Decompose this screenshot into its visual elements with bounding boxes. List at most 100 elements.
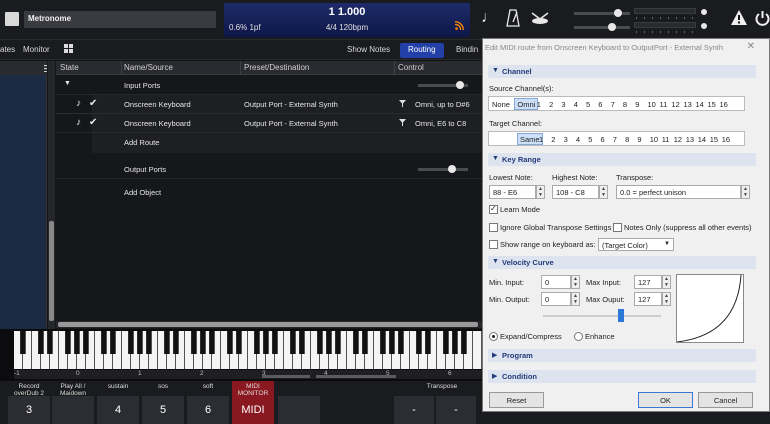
- soft-button[interactable]: 6: [187, 396, 229, 424]
- black-key[interactable]: [416, 331, 422, 354]
- warning-icon[interactable]: [730, 9, 748, 27]
- notes-only-checkbox[interactable]: [613, 223, 622, 232]
- tab-bindings[interactable]: Bindin: [456, 45, 478, 54]
- sustain-button[interactable]: 4: [97, 396, 139, 424]
- program-section-header[interactable]: ▶ Program: [488, 349, 756, 362]
- target-option[interactable]: 1: [539, 135, 543, 144]
- min-output-field[interactable]: 0: [541, 292, 571, 306]
- velocity-curve-slider[interactable]: [543, 309, 661, 322]
- black-key[interactable]: [254, 331, 260, 354]
- min-input-field[interactable]: 0: [541, 275, 571, 289]
- ignore-global-transpose-checkbox[interactable]: [489, 223, 498, 232]
- ok-button[interactable]: OK: [638, 392, 693, 408]
- black-key[interactable]: [263, 331, 269, 354]
- white-key[interactable]: [473, 331, 482, 369]
- source-option[interactable]: 3: [561, 100, 565, 109]
- target-option[interactable]: 16: [722, 135, 730, 144]
- target-option[interactable]: 6: [601, 135, 605, 144]
- cancel-button[interactable]: Cancel: [698, 392, 753, 408]
- learn-mode-checkbox[interactable]: [489, 204, 498, 214]
- black-key[interactable]: [380, 331, 386, 354]
- max-output-stepper[interactable]: ▲ ▼: [662, 292, 671, 306]
- target-option[interactable]: 11: [662, 135, 670, 144]
- source-option[interactable]: 6: [598, 100, 602, 109]
- add-object-button[interactable]: Add Object: [124, 188, 161, 197]
- close-icon[interactable]: ✕: [747, 41, 755, 52]
- lowest-note-input[interactable]: 88 - E6: [489, 185, 536, 199]
- hat-icon[interactable]: [530, 9, 550, 29]
- col-control[interactable]: Control: [398, 63, 424, 72]
- tab-monitor[interactable]: Monitor: [23, 45, 50, 54]
- show-range-checkbox[interactable]: [489, 240, 498, 249]
- velocity-section-header[interactable]: ▼ Velocity Curve: [488, 256, 756, 269]
- input-ports-volume[interactable]: [418, 81, 468, 89]
- max-output-field[interactable]: 127: [634, 292, 662, 306]
- black-key[interactable]: [191, 331, 197, 354]
- grid-icon[interactable]: [64, 44, 73, 55]
- black-key[interactable]: [362, 331, 368, 354]
- record-button[interactable]: 3: [8, 396, 50, 424]
- black-key[interactable]: [38, 331, 44, 354]
- channel-section-header[interactable]: ▼ Channel: [488, 65, 756, 78]
- black-key[interactable]: [389, 331, 395, 354]
- source-option[interactable]: 13: [684, 100, 692, 109]
- black-key[interactable]: [227, 331, 233, 354]
- black-key[interactable]: [353, 331, 359, 354]
- black-key[interactable]: [317, 331, 323, 354]
- tab-routing[interactable]: Routing: [400, 43, 444, 58]
- reset-button[interactable]: Reset: [489, 392, 544, 408]
- black-key[interactable]: [200, 331, 206, 354]
- black-key[interactable]: [236, 331, 242, 354]
- black-key[interactable]: [335, 331, 341, 354]
- black-key[interactable]: [209, 331, 215, 354]
- table-row[interactable]: Add Route: [56, 133, 482, 152]
- target-option[interactable]: 10: [650, 135, 658, 144]
- black-key[interactable]: [425, 331, 431, 354]
- target-option[interactable]: 7: [613, 135, 617, 144]
- transpose-down-button[interactable]: -: [394, 396, 434, 424]
- add-route-button[interactable]: Add Route: [124, 138, 159, 147]
- black-key[interactable]: [65, 331, 71, 354]
- empty-button[interactable]: [278, 396, 320, 424]
- black-key[interactable]: [398, 331, 404, 354]
- table-row[interactable]: ♪ ✔ Onscreen Keyboard Output Port - Exte…: [56, 95, 482, 114]
- source-option[interactable]: 5: [586, 100, 590, 109]
- play-all-button[interactable]: [52, 396, 94, 424]
- table-row[interactable]: Add Object: [56, 183, 482, 202]
- max-input-field[interactable]: 127: [634, 275, 662, 289]
- black-key[interactable]: [101, 331, 107, 354]
- condition-section-header[interactable]: ▶ Condition: [488, 370, 756, 383]
- black-key[interactable]: [74, 331, 80, 354]
- target-option[interactable]: 9: [637, 135, 641, 144]
- black-key[interactable]: [461, 331, 467, 354]
- source-option[interactable]: 15: [708, 100, 716, 109]
- black-key[interactable]: [83, 331, 89, 354]
- volume-slider-2[interactable]: [574, 23, 630, 31]
- target-option[interactable]: 12: [674, 135, 682, 144]
- target-option[interactable]: 5: [588, 135, 592, 144]
- min-output-stepper[interactable]: ▲ ▼: [571, 292, 580, 306]
- target-option[interactable]: 3: [564, 135, 568, 144]
- enhance-radio[interactable]: [574, 332, 583, 341]
- piano-keys[interactable]: [14, 331, 482, 369]
- power-icon[interactable]: [755, 9, 770, 27]
- target-option[interactable]: 15: [710, 135, 718, 144]
- black-key[interactable]: [20, 331, 26, 354]
- black-key[interactable]: [164, 331, 170, 354]
- black-key[interactable]: [110, 331, 116, 354]
- checkmark-icon[interactable]: ✔: [89, 117, 97, 128]
- table-row[interactable]: Output Ports: [56, 160, 482, 179]
- highest-note-stepper[interactable]: ▲ ▼: [599, 185, 608, 199]
- transpose-stepper[interactable]: ▲ ▼: [741, 185, 750, 199]
- black-key[interactable]: [272, 331, 278, 354]
- table-row[interactable]: ♪ ✔ Onscreen Keyboard Output Port - Exte…: [56, 114, 482, 133]
- source-option[interactable]: 12: [672, 100, 680, 109]
- source-option[interactable]: 7: [611, 100, 615, 109]
- col-state[interactable]: State: [60, 63, 79, 72]
- song-name-field[interactable]: Metronome: [24, 11, 216, 28]
- transport-display[interactable]: 1 1.000 0.6% 1pf 4/4 120bpm: [224, 3, 470, 37]
- collapse-icon[interactable]: ▼: [64, 80, 71, 87]
- target-option[interactable]: 14: [698, 135, 706, 144]
- black-key[interactable]: [290, 331, 296, 354]
- key-range-section-header[interactable]: ▼ Key Range: [488, 153, 756, 166]
